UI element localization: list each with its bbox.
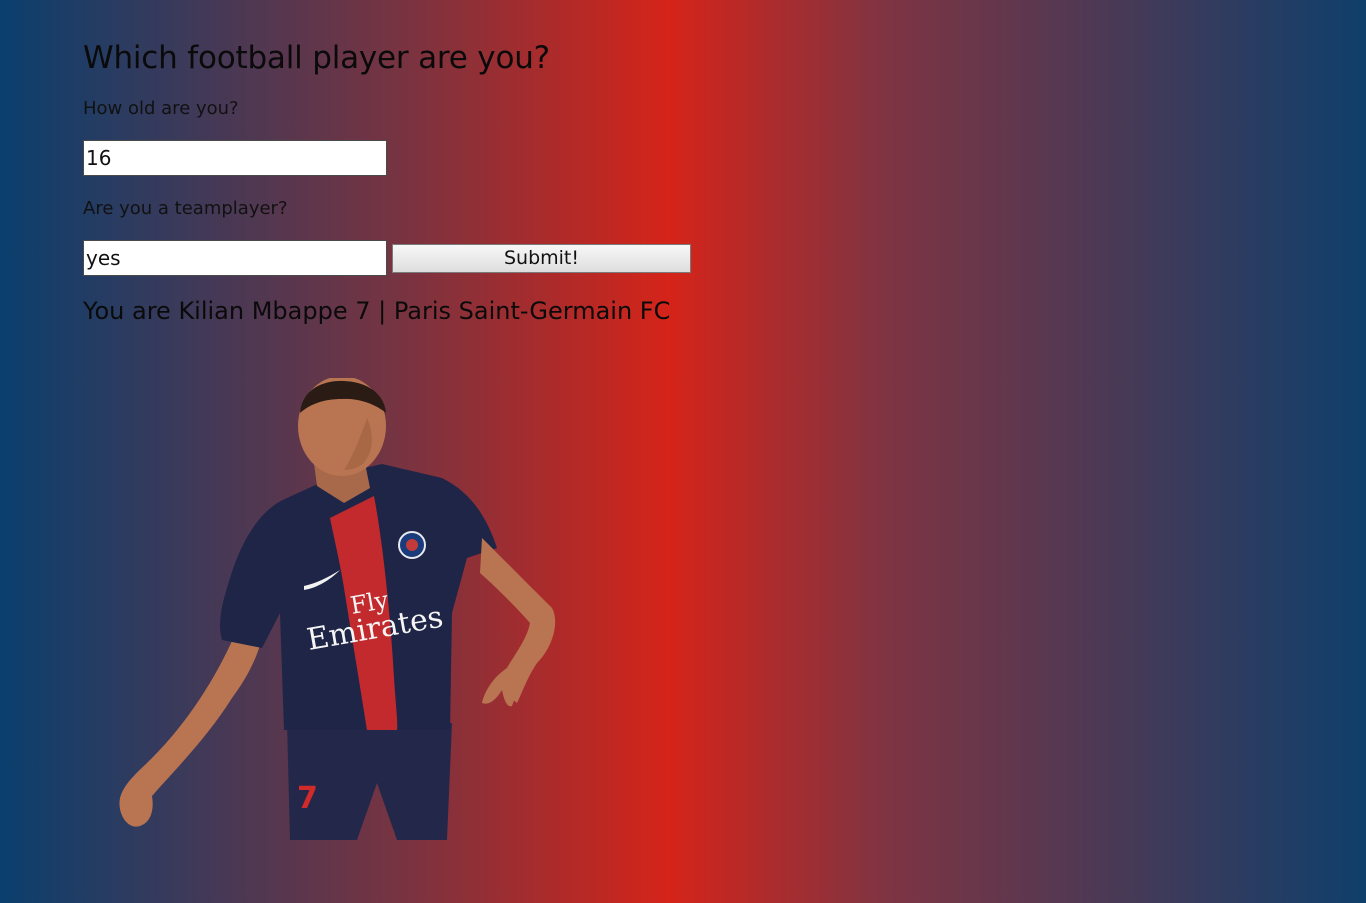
player-left-arm	[119, 618, 262, 827]
shorts-number: 7	[297, 781, 318, 816]
player-image: Fly Emirates 7	[119, 378, 556, 840]
teamplayer-input[interactable]	[83, 240, 387, 276]
player-right-hand	[482, 668, 520, 707]
age-question-label: How old are you?	[83, 98, 239, 119]
teamplayer-row: Submit!	[83, 240, 783, 276]
teamplayer-question-label: Are you a teamplayer?	[83, 198, 288, 219]
age-row	[83, 140, 783, 176]
submit-button[interactable]: Submit!	[392, 243, 691, 273]
page-title: Which football player are you?	[83, 40, 550, 76]
age-input[interactable]	[83, 140, 387, 176]
quiz-container: Which football player are you? How old a…	[83, 38, 783, 326]
result-text: You are Kilian Mbappe 7 | Paris Saint-Ge…	[83, 297, 671, 325]
